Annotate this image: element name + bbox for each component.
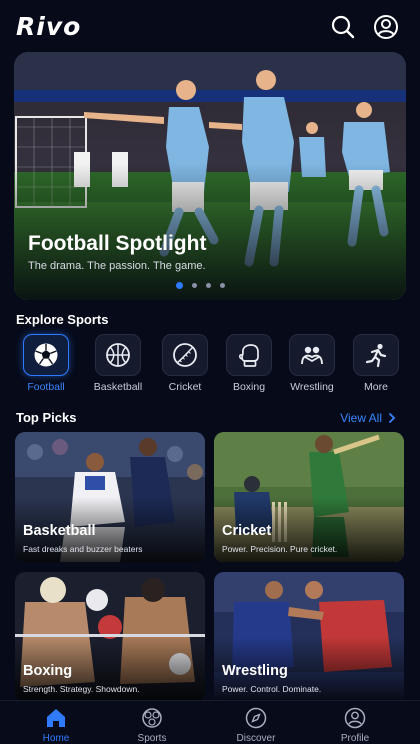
sports-category-row: Football Basketball Cricket Boxing Wrest… (18, 334, 410, 396)
carousel-indicator (176, 282, 225, 289)
card-title: Boxing (23, 663, 73, 679)
pick-card-boxing[interactable]: Boxing Strength. Strategy. Showdown. (15, 572, 205, 702)
nav-label: Discover (236, 733, 276, 744)
nav-sports[interactable]: Sports (117, 707, 187, 744)
wrestling-image (214, 572, 404, 702)
basketball-image (15, 432, 205, 562)
boxing-glove-icon (226, 334, 272, 376)
cricket-ball-icon (162, 334, 208, 376)
profile-icon[interactable] (373, 14, 399, 40)
nav-profile[interactable]: Profile (320, 707, 390, 744)
basketball-icon (95, 334, 141, 376)
sport-boxing[interactable]: Boxing (218, 334, 280, 393)
sport-more[interactable]: More (345, 334, 407, 393)
home-icon (47, 709, 65, 727)
sport-label: More (364, 381, 388, 393)
view-all-label: View All (340, 411, 382, 425)
nav-label: Home (42, 733, 70, 744)
card-subtitle: Power. Control. Dominate. (222, 684, 322, 694)
sport-label: Wrestling (290, 381, 334, 393)
top-picks-heading: Top Picks (16, 410, 77, 425)
top-bar: Rivo (0, 0, 420, 52)
card-title: Cricket (222, 523, 272, 539)
sport-label: Basketball (93, 381, 143, 393)
hero-banner[interactable]: Football Spotlight The drama. The passio… (14, 52, 406, 300)
running-person-icon (353, 334, 399, 376)
card-subtitle: Power. Precision. Pure cricket. (222, 544, 338, 554)
carousel-dot[interactable] (192, 283, 197, 288)
sport-football[interactable]: Football (15, 334, 77, 393)
sport-wrestling[interactable]: Wrestling (281, 334, 343, 393)
hero-title: Football Spotlight (28, 232, 207, 255)
search-icon[interactable] (330, 14, 356, 40)
app-logo: Rivo (16, 12, 82, 41)
boxing-image (15, 572, 205, 702)
view-all-link[interactable]: View All (340, 411, 396, 425)
nav-label: Profile (340, 733, 370, 744)
wrestling-icon (289, 334, 335, 376)
hero-subtitle: The drama. The passion. The game. (28, 260, 206, 272)
football-icon (23, 334, 69, 376)
card-subtitle: Strength. Strategy. Showdown. (23, 684, 140, 694)
card-title: Basketball (23, 523, 96, 539)
explore-sports-heading: Explore Sports (16, 312, 109, 327)
sport-label: Boxing (232, 381, 266, 393)
bottom-navigation: Home Sports Discover Profile (0, 700, 420, 744)
pick-card-basketball[interactable]: Basketball Fast dreaks and buzzer beater… (15, 432, 205, 562)
sport-cricket[interactable]: Cricket (154, 334, 216, 393)
sport-basketball[interactable]: Basketball (87, 334, 149, 393)
nav-label: Sports (137, 733, 167, 744)
pick-card-cricket[interactable]: Cricket Power. Precision. Pure cricket. (214, 432, 404, 562)
sports-icon (142, 708, 162, 728)
carousel-dot[interactable] (206, 283, 211, 288)
card-title: Wrestling (222, 663, 288, 679)
carousel-dot[interactable] (176, 282, 183, 289)
profile-icon (344, 707, 366, 729)
compass-icon (245, 707, 267, 729)
chevron-right-icon (388, 412, 396, 424)
pick-card-wrestling[interactable]: Wrestling Power. Control. Dominate. (214, 572, 404, 702)
sport-label: Cricket (168, 381, 202, 393)
nav-home[interactable]: Home (21, 707, 91, 744)
sport-label: Football (27, 381, 65, 393)
cricket-image (214, 432, 404, 562)
carousel-dot[interactable] (220, 283, 225, 288)
card-subtitle: Fast dreaks and buzzer beaters (23, 544, 143, 554)
nav-discover[interactable]: Discover (221, 707, 291, 744)
